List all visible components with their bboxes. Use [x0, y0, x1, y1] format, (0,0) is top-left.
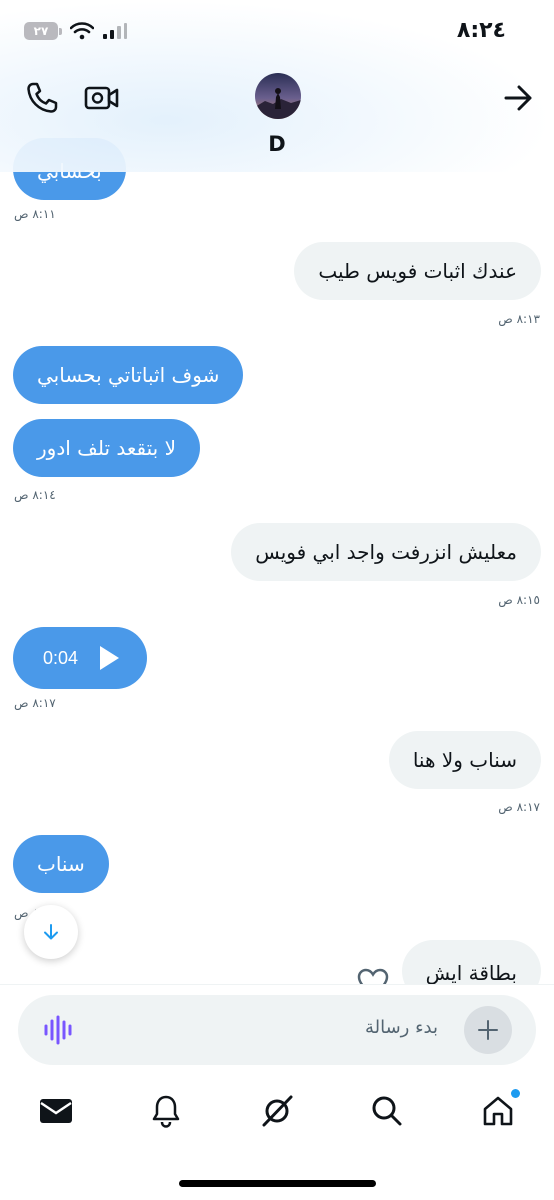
message-text: معليش انزرفت واجد ابي فويس — [255, 540, 517, 564]
message-bubble-outgoing[interactable]: بطاقة ايش — [401, 940, 541, 985]
contact-name[interactable]: D — [0, 132, 554, 156]
message-bubble-incoming[interactable]: شوف اثباتاتي بحسابي — [13, 346, 244, 404]
message-bubble-outgoing[interactable]: معليش انزرفت واجد ابي فويس — [231, 523, 541, 581]
message-bubble-incoming[interactable]: لا بتقعد تلف ادور — [13, 419, 201, 477]
grok-icon — [262, 1095, 293, 1127]
battery-icon: ٢٧ — [24, 22, 62, 40]
status-icons: ٢٧ — [24, 22, 128, 40]
nav-home[interactable] — [480, 1089, 520, 1129]
message-text: عندك اثبات فويس طيب — [318, 259, 517, 283]
add-attachment-button[interactable] — [464, 1006, 512, 1054]
signal-icon — [103, 23, 127, 39]
message-text: سناب ولا هنا — [412, 748, 517, 772]
message-bubble-outgoing[interactable]: عندك اثبات فويس طيب — [294, 242, 541, 300]
scroll-to-bottom-button[interactable] — [24, 905, 78, 959]
message-text: بطاقة ايش — [425, 961, 517, 985]
mail-icon — [40, 1099, 72, 1123]
audio-duration: 0:04 — [43, 647, 79, 668]
battery-level: ٢٧ — [24, 22, 58, 40]
message-time: ٨:١٤ ص — [14, 488, 56, 502]
search-icon — [372, 1096, 402, 1126]
avatar-image — [255, 73, 301, 119]
message-time: ٨:١٥ ص — [498, 593, 540, 607]
wifi-icon — [70, 22, 94, 40]
message-text: سناب — [37, 852, 85, 876]
audio-waveform-icon[interactable] — [42, 1013, 76, 1047]
voice-message-bubble[interactable]: 0:04 — [13, 627, 147, 689]
plus-icon — [478, 1020, 498, 1040]
message-bubble-outgoing[interactable]: سناب ولا هنا — [388, 731, 541, 789]
message-time: ٨:١١ ص — [14, 207, 56, 221]
nav-search[interactable] — [369, 1093, 405, 1129]
video-camera-icon[interactable] — [82, 78, 122, 118]
notification-dot — [511, 1089, 520, 1098]
nav-notifications[interactable] — [148, 1093, 184, 1129]
phone-icon[interactable] — [22, 78, 62, 118]
composer-area: بدء رسالة — [0, 984, 554, 1068]
home-indicator — [179, 1180, 376, 1187]
arrow-right-icon[interactable] — [498, 78, 538, 118]
message-time: ٨:١٣ ص — [498, 312, 540, 326]
nav-grok[interactable] — [259, 1093, 295, 1129]
message-input[interactable]: بدء رسالة — [365, 1017, 438, 1038]
message-composer[interactable]: بدء رسالة — [18, 995, 536, 1065]
message-time: ٨:١٧ ص — [14, 696, 56, 710]
heart-reaction-icon[interactable] — [356, 968, 390, 985]
avatar[interactable] — [255, 73, 301, 119]
message-time: ٨:١٧ ص — [498, 800, 540, 814]
message-bubble-incoming[interactable]: سناب — [13, 835, 109, 893]
home-icon — [483, 1096, 513, 1126]
play-icon[interactable] — [98, 645, 120, 671]
bell-icon — [152, 1095, 180, 1128]
nav-messages[interactable] — [38, 1093, 74, 1129]
message-text: لا بتقعد تلف ادور — [37, 436, 177, 460]
status-bar: ٨:٢٤ ٢٧ — [0, 0, 554, 60]
bottom-navigation — [0, 1085, 554, 1145]
status-time: ٨:٢٤ — [456, 18, 506, 43]
arrow-down-icon — [44, 924, 58, 940]
message-text: شوف اثباتاتي بحسابي — [37, 363, 220, 387]
